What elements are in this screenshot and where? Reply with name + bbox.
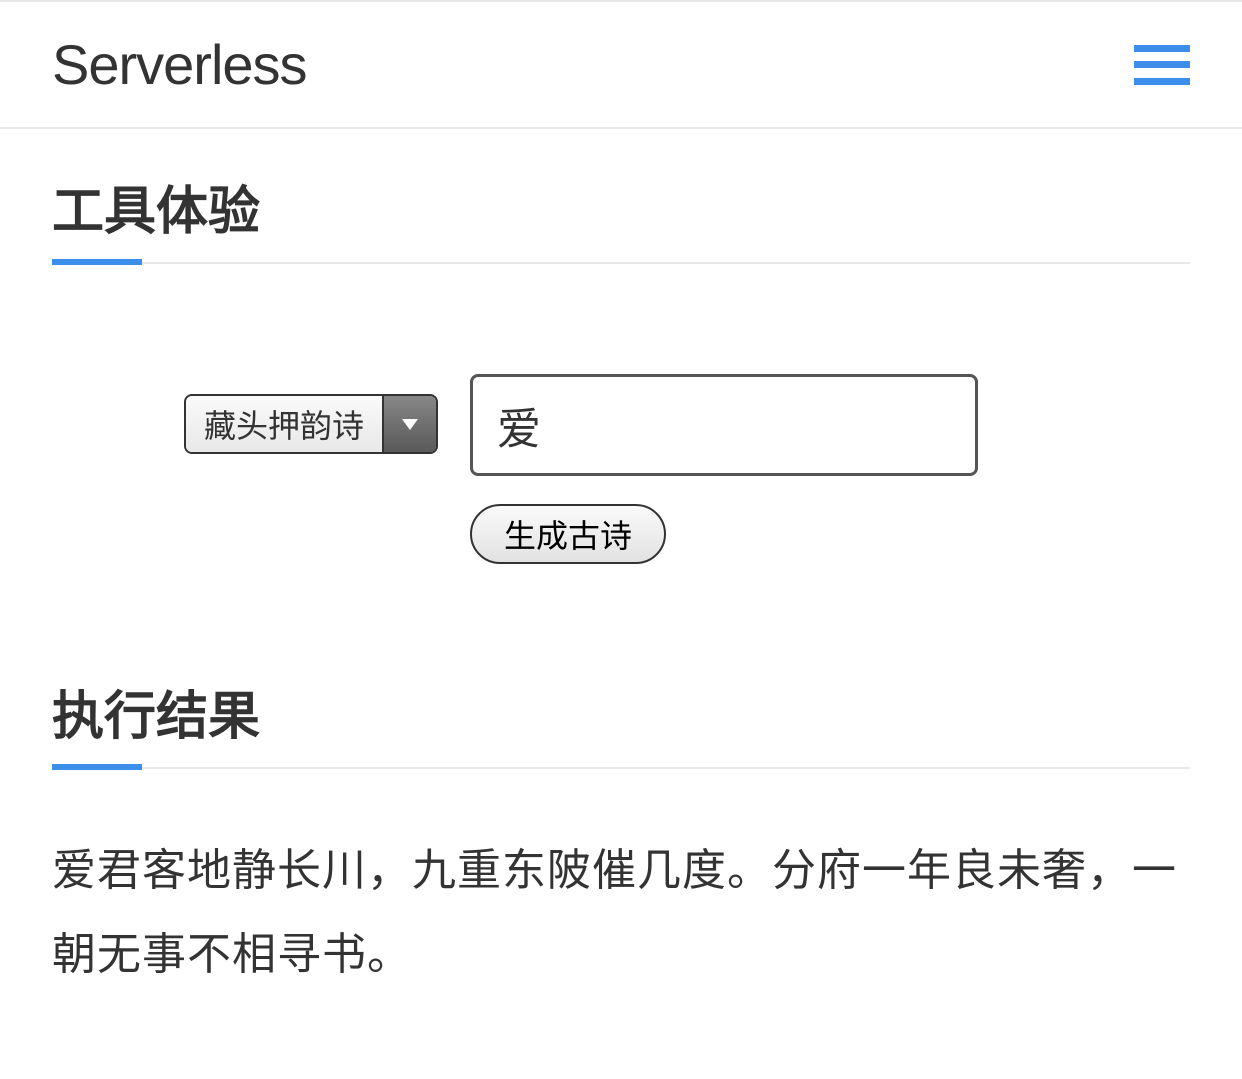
- result-section-title: 执行结果: [52, 674, 1190, 769]
- chevron-down-icon: [382, 396, 436, 452]
- header: Serverless: [0, 0, 1242, 129]
- generate-button[interactable]: 生成古诗: [470, 504, 666, 564]
- hamburger-menu-icon[interactable]: [1134, 45, 1190, 85]
- select-value: 藏头押韵诗: [186, 396, 382, 452]
- form-area: 藏头押韵诗 生成古诗: [52, 374, 1190, 564]
- input-group: 生成古诗: [470, 374, 978, 564]
- result-text: 爱君客地静长川，九重东陂催几度。分府一年良未奢，一朝无事不相寻书。: [52, 829, 1190, 996]
- poem-type-select[interactable]: 藏头押韵诗: [184, 394, 438, 454]
- tool-section-title: 工具体验: [52, 169, 1190, 264]
- brand-title: Serverless: [52, 32, 307, 97]
- keyword-input[interactable]: [470, 374, 978, 476]
- main-content: 工具体验 藏头押韵诗 生成古诗 执行结果 爱君客地静长川，九重东陂催几度。分府一…: [0, 169, 1242, 996]
